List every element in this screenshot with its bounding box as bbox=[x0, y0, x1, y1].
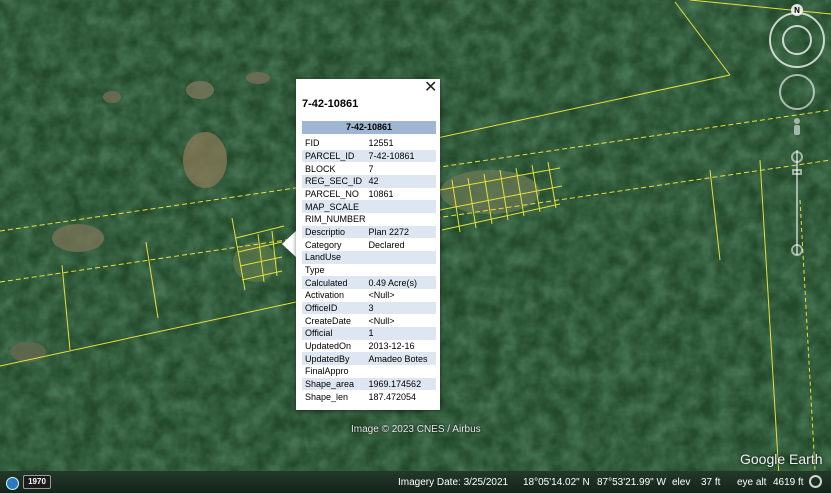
attribute-row: Calculated 0.49 Acre(s) bbox=[302, 276, 436, 290]
attribute-name: CreateDate bbox=[305, 315, 352, 326]
attribute-name: Official bbox=[302, 327, 366, 340]
attribute-row: RIM_NUMBER bbox=[302, 213, 436, 226]
imagery-copyright: Image © 2023 CNES / Airbus bbox=[351, 424, 481, 435]
attribute-value: 187.472054 bbox=[368, 391, 417, 402]
attribute-value: 0.49 Acre(s) bbox=[365, 276, 436, 290]
historical-imagery-icon[interactable] bbox=[6, 477, 19, 490]
popup-title: 7-42-10861 bbox=[302, 98, 359, 110]
attribute-row: FinalAppro bbox=[302, 365, 436, 378]
attribute-value bbox=[365, 200, 436, 214]
close-icon[interactable]: ✕ bbox=[424, 80, 437, 96]
attribute-row: CreateDate <Null> bbox=[302, 314, 436, 327]
attribute-row: Shape_area 1969.174562 bbox=[302, 377, 436, 391]
person-icon[interactable] bbox=[794, 118, 800, 135]
elevation-label: elev bbox=[672, 477, 691, 488]
attribute-value bbox=[366, 264, 436, 277]
attribute-name: FID bbox=[305, 138, 320, 149]
imagery-date: Imagery Date: 3/25/2021 bbox=[398, 477, 509, 488]
attribute-name: BLOCK bbox=[305, 163, 336, 174]
attribute-value: Plan 2272 bbox=[365, 225, 436, 239]
attribute-value: Amadeo Botes bbox=[365, 352, 436, 366]
eye-altitude-label: eye alt bbox=[737, 477, 767, 488]
attribute-name: PARCEL_ID bbox=[302, 149, 366, 163]
attribute-value: 7 bbox=[368, 163, 374, 174]
attribute-value: 2013-12-16 bbox=[368, 341, 415, 352]
attribute-row: UpdatedOn 2013-12-16 bbox=[302, 340, 436, 353]
attribute-name: FinalAppro bbox=[305, 366, 349, 377]
attribute-value: <Null> bbox=[368, 290, 395, 301]
attribute-value: 7-42-10861 bbox=[365, 149, 436, 163]
attribute-row: LandUse bbox=[302, 251, 436, 264]
attribute-name: Type bbox=[305, 265, 325, 276]
attribute-value: 42 bbox=[365, 175, 436, 188]
attribute-name: MAP_SCALE bbox=[302, 200, 366, 214]
attribute-value: 1969.174562 bbox=[365, 377, 436, 391]
attribute-value: <Null> bbox=[368, 315, 395, 326]
attribute-name: Shape_area bbox=[302, 377, 366, 391]
attribute-value bbox=[366, 213, 436, 226]
attribute-value: 10861 bbox=[368, 189, 394, 200]
attribute-name: REG_SEC_ID bbox=[302, 175, 366, 188]
attribute-row: Category Declared bbox=[302, 238, 436, 251]
attribute-name: UpdatedOn bbox=[305, 341, 352, 352]
attribute-row: Type bbox=[302, 264, 436, 277]
attribute-value bbox=[366, 365, 436, 378]
attribute-row: BLOCK 7 bbox=[302, 162, 436, 175]
attribute-value bbox=[365, 251, 436, 264]
latitude-readout: 18°05'14.02" N bbox=[523, 477, 590, 488]
attribute-row: UpdatedBy Amadeo Botes bbox=[302, 352, 436, 366]
attribute-row: Activation <Null> bbox=[302, 289, 436, 302]
popup-pointer bbox=[282, 230, 297, 258]
streaming-status-icon bbox=[809, 475, 822, 488]
compass-north-label: N bbox=[794, 6, 800, 15]
attribute-row: FID 12551 bbox=[302, 137, 436, 150]
attribute-name: PARCEL_NO bbox=[305, 189, 359, 200]
eye-altitude-value: 4619 ft bbox=[773, 477, 804, 488]
attribute-name: RIM_NUMBER bbox=[305, 214, 366, 225]
attribute-row: Shape_len 187.472054 bbox=[302, 390, 436, 403]
popup-table-header: 7-42-10861 bbox=[302, 121, 436, 134]
attribute-name: Descriptio bbox=[302, 225, 366, 239]
parcel-info-popup: ✕ 7-42-10861 7-42-10861 FID 12551 PARCEL_I… bbox=[296, 79, 440, 410]
google-earth-logo: Google Earth bbox=[740, 451, 823, 467]
attribute-value: 3 bbox=[365, 301, 436, 315]
elevation-value: 37 ft bbox=[701, 477, 721, 488]
attribute-name: UpdatedBy bbox=[302, 352, 366, 366]
attribute-row: REG_SEC_ID 42 bbox=[302, 175, 436, 188]
attribute-name: LandUse bbox=[302, 251, 366, 264]
attribute-row: PARCEL_ID 7-42-10861 bbox=[302, 149, 436, 163]
attribute-value: 1 bbox=[365, 327, 436, 340]
attribute-name: OfficeID bbox=[302, 301, 366, 315]
attribute-table: FID 12551 PARCEL_ID 7-42-10861 BLOCK 7 REG_SEC… bbox=[302, 137, 436, 403]
attribute-row: PARCEL_NO 10861 bbox=[302, 188, 436, 201]
attribute-row: Official 1 bbox=[302, 327, 436, 340]
attribute-row: Descriptio Plan 2272 bbox=[302, 225, 436, 239]
historical-year-button[interactable]: 1970 bbox=[23, 475, 51, 489]
longitude-readout: 87°53'21.99" W bbox=[597, 477, 666, 488]
attribute-name: Calculated bbox=[302, 276, 366, 290]
attribute-name: Shape_len bbox=[305, 391, 349, 402]
attribute-row: MAP_SCALE bbox=[302, 200, 436, 214]
attribute-name: Category bbox=[305, 239, 342, 250]
attribute-row: OfficeID 3 bbox=[302, 301, 436, 315]
attribute-value: 12551 bbox=[368, 138, 394, 149]
attribute-value: Declared bbox=[368, 239, 405, 250]
attribute-name: Activation bbox=[305, 290, 345, 301]
